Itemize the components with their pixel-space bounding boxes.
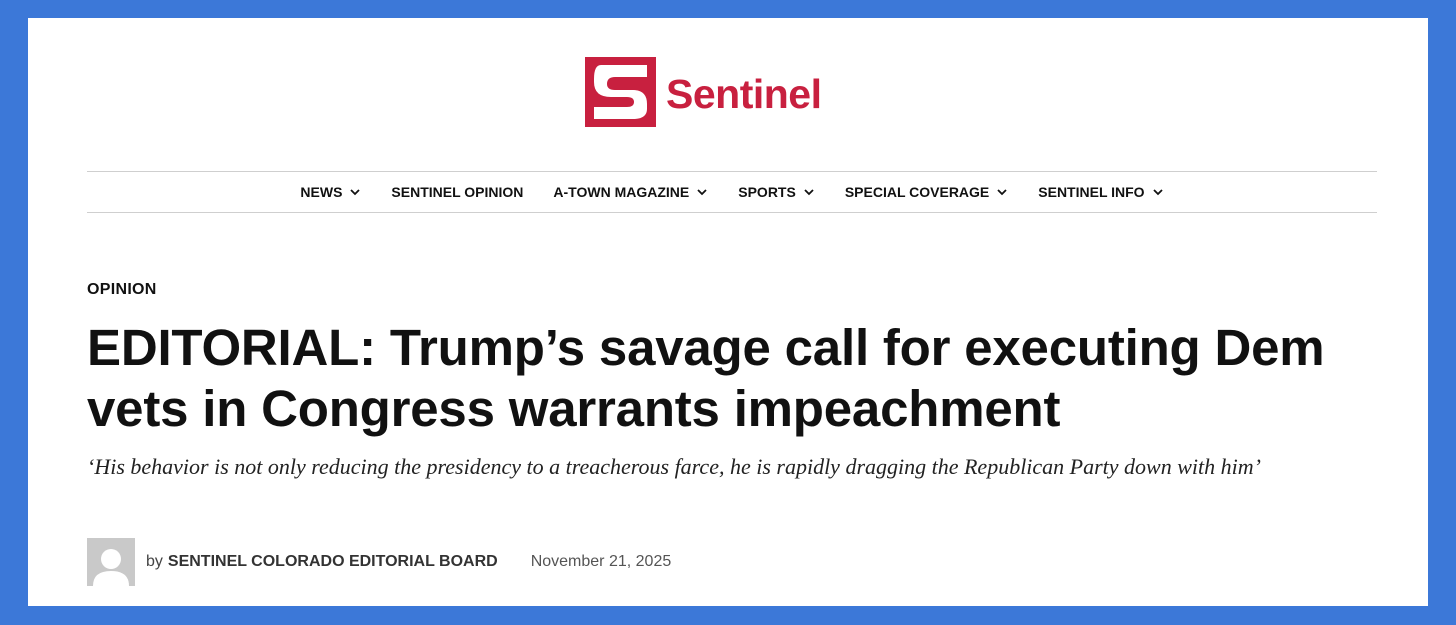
article-headline: EDITORIAL: Trump’s savage call for execu… — [87, 319, 1325, 437]
nav-item-sentinel-opinion[interactable]: SENTINEL OPINION — [391, 184, 523, 200]
chevron-down-icon — [350, 189, 361, 196]
byline-prefix: by — [146, 553, 163, 570]
site-logo[interactable]: Sentinel — [585, 56, 822, 128]
nav-item-news[interactable]: NEWS — [300, 184, 361, 200]
article-page: Sentinel NEWS SENTINEL OPINION A-TOWN MA… — [28, 18, 1428, 606]
logo-wordmark: Sentinel — [666, 70, 822, 117]
nav-item-special-coverage[interactable]: SPECIAL COVERAGE — [845, 184, 1008, 200]
author-link[interactable]: SENTINEL COLORADO EDITORIAL BOARD — [168, 553, 498, 571]
chevron-down-icon — [697, 189, 707, 196]
publish-date: November 21, 2025 — [530, 553, 672, 570]
category-link[interactable]: OPINION — [87, 281, 157, 299]
chevron-down-icon — [997, 189, 1007, 196]
byline: by SENTINEL COLORADO EDITORIAL BOARD Nov… — [87, 538, 671, 586]
nav-item-sports[interactable]: SPORTS — [738, 184, 815, 200]
author-avatar[interactable] — [87, 538, 135, 586]
nav-item-label: SPECIAL COVERAGE — [844, 184, 990, 200]
main-navigation: NEWS SENTINEL OPINION A-TOWN MAGAZINE SP… — [87, 171, 1377, 213]
sentinel-s-logo-icon — [585, 57, 656, 127]
nav-item-label: SENTINEL OPINION — [391, 184, 524, 200]
article-subheadline: ‘His behavior is not only reducing the p… — [87, 454, 1261, 479]
nav-item-label: SENTINEL INFO — [1038, 184, 1145, 200]
default-user-icon — [87, 538, 135, 586]
nav-item-sentinel-info[interactable]: SENTINEL INFO — [1038, 184, 1163, 200]
nav-item-label: A-TOWN MAGAZINE — [553, 184, 690, 200]
chevron-down-icon — [1152, 189, 1163, 196]
nav-item-a-town-magazine[interactable]: A-TOWN MAGAZINE — [553, 184, 708, 200]
nav-item-label: NEWS — [300, 184, 343, 200]
chevron-down-icon — [804, 189, 814, 196]
nav-item-label: SPORTS — [738, 184, 796, 200]
